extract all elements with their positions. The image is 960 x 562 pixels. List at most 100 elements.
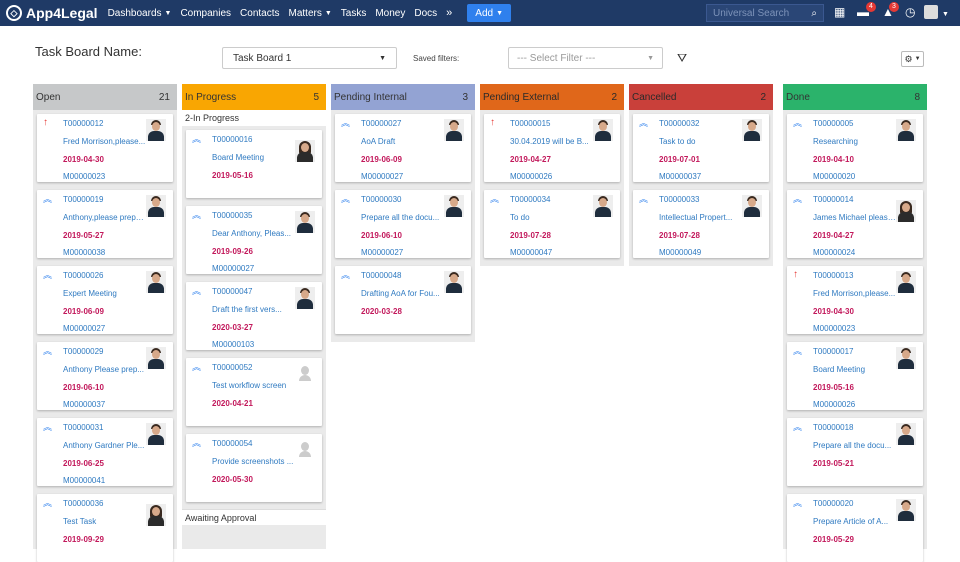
assignee-avatar[interactable] xyxy=(742,195,762,217)
nav-item-contacts[interactable]: Contacts xyxy=(240,8,279,19)
task-card[interactable]: ︽ T00000014 James Michael please... 2019-04… xyxy=(787,190,923,258)
matter-id-link[interactable]: M00000038 xyxy=(63,248,105,257)
assignee-avatar[interactable] xyxy=(593,119,613,141)
assignee-avatar[interactable] xyxy=(896,347,916,369)
task-name-link[interactable]: Dear Anthony, Pleas... xyxy=(212,229,295,238)
task-id-link[interactable]: T00000012 xyxy=(63,119,103,128)
matter-id-link[interactable]: M00000027 xyxy=(212,264,254,273)
task-card[interactable]: ︽ T00000048 Drafting AoA for Fou... 2020-03… xyxy=(335,266,471,334)
task-name-link[interactable]: Drafting AoA for Fou... xyxy=(361,289,444,298)
add-button[interactable]: Add ▼ xyxy=(467,4,512,22)
task-id-link[interactable]: T00000031 xyxy=(63,423,103,432)
universal-search-input[interactable]: Universal Search ⌕ xyxy=(706,4,824,22)
task-card[interactable]: ︽ T00000052 Test workflow screen 2020-04-21 xyxy=(186,358,322,426)
assignee-avatar[interactable] xyxy=(742,119,762,141)
task-card[interactable]: ↑ T00000015 30.04.2019 will be B... 2019-04… xyxy=(484,114,620,182)
task-card[interactable]: ︽ T00000016 Board Meeting 2019-05-16 xyxy=(186,130,322,198)
task-name-link[interactable]: Board Meeting xyxy=(813,365,896,374)
assignee-avatar[interactable] xyxy=(146,195,166,217)
user-avatar[interactable] xyxy=(924,5,938,19)
matter-id-link[interactable]: M00000020 xyxy=(813,172,855,181)
task-card[interactable]: ︽ T00000030 Prepare all the docu... 2019-06… xyxy=(335,190,471,258)
task-card[interactable]: ︽ T00000027 AoA Draft 2019-06-09 M00000027 xyxy=(335,114,471,182)
assignee-avatar[interactable] xyxy=(444,271,464,293)
assignee-avatar[interactable] xyxy=(444,119,464,141)
assignee-avatar[interactable] xyxy=(896,119,916,141)
matter-id-link[interactable]: M00000047 xyxy=(510,248,552,257)
matter-id-link[interactable]: M00000041 xyxy=(63,476,105,485)
task-name-link[interactable]: Test Task xyxy=(63,517,146,526)
task-name-link[interactable]: Draft the first vers... xyxy=(212,305,295,314)
board-settings-button[interactable]: ⚙ ▼ xyxy=(901,51,924,67)
task-name-link[interactable]: Intellectual Propert... xyxy=(659,213,742,222)
assignee-avatar[interactable] xyxy=(896,200,916,222)
task-name-link[interactable]: AoA Draft xyxy=(361,137,444,146)
task-card[interactable]: ︽ T00000005 Researching 2019-04-10 M00000020 xyxy=(787,114,923,182)
task-card[interactable]: ↑ T00000012 Fred Morrison,please... 2019-04… xyxy=(37,114,173,182)
matter-id-link[interactable]: M00000027 xyxy=(361,248,403,257)
assignee-avatar[interactable] xyxy=(146,504,166,526)
nav-item-tasks[interactable]: Tasks xyxy=(341,8,367,19)
chevron-down-icon[interactable]: ▼ xyxy=(942,8,949,22)
matter-id-link[interactable]: M00000037 xyxy=(63,400,105,409)
column-header[interactable]: Pending Internal 3 xyxy=(331,84,475,110)
matter-id-link[interactable]: M00000103 xyxy=(212,340,254,349)
task-name-link[interactable]: Anthony Please prep... xyxy=(63,365,146,374)
task-card[interactable]: ︽ T00000019 Anthony,please prepa... 2019-05… xyxy=(37,190,173,258)
task-name-link[interactable]: To do xyxy=(510,213,593,222)
task-card[interactable]: ︽ T00000036 Test Task 2019-09-29 xyxy=(37,494,173,562)
matter-id-link[interactable]: M00000024 xyxy=(813,248,855,257)
assignee-avatar[interactable] xyxy=(295,439,315,461)
task-name-link[interactable]: Fred Morrison,please... xyxy=(813,289,896,298)
task-id-link[interactable]: T00000052 xyxy=(212,363,252,372)
task-id-link[interactable]: T00000005 xyxy=(813,119,853,128)
assignee-avatar[interactable] xyxy=(146,423,166,445)
nav-item-docs[interactable]: Docs xyxy=(414,8,437,19)
matter-id-link[interactable]: M00000026 xyxy=(813,400,855,409)
task-name-link[interactable]: Prepare Article of A... xyxy=(813,517,896,526)
assignee-avatar[interactable] xyxy=(896,271,916,293)
task-card[interactable]: ︽ T00000018 Prepare all the docu... 2019-05… xyxy=(787,418,923,486)
task-id-link[interactable]: T00000015 xyxy=(510,119,550,128)
task-id-link[interactable]: T00000030 xyxy=(361,195,401,204)
task-id-link[interactable]: T00000027 xyxy=(361,119,401,128)
assignee-avatar[interactable] xyxy=(295,140,315,162)
task-name-link[interactable]: Board Meeting xyxy=(212,153,295,162)
task-id-link[interactable]: T00000014 xyxy=(813,195,853,204)
task-card[interactable]: ︽ T00000054 Provide screenshots ... 2020-05… xyxy=(186,434,322,502)
task-id-link[interactable]: T00000018 xyxy=(813,423,853,432)
task-id-link[interactable]: T00000017 xyxy=(813,347,853,356)
task-card[interactable]: ︽ T00000032 Task to do 2019-07-01 M00000037 xyxy=(633,114,769,182)
assignee-avatar[interactable] xyxy=(295,211,315,233)
more-menu-icon[interactable]: » xyxy=(446,7,452,19)
column-header[interactable]: Open 21 xyxy=(33,84,177,110)
column-header[interactable]: In Progress 5 xyxy=(182,84,326,110)
saved-filter-select[interactable]: --- Select Filter --- ▼ xyxy=(508,47,663,69)
assignee-avatar[interactable] xyxy=(593,195,613,217)
task-name-link[interactable]: Provide screenshots ... xyxy=(212,457,295,466)
task-id-link[interactable]: T00000048 xyxy=(361,271,401,280)
task-id-link[interactable]: T00000029 xyxy=(63,347,103,356)
task-id-link[interactable]: T00000032 xyxy=(659,119,699,128)
search-icon[interactable]: ⌕ xyxy=(811,8,817,19)
task-name-link[interactable]: Prepare all the docu... xyxy=(361,213,444,222)
task-id-link[interactable]: T00000033 xyxy=(659,195,699,204)
task-name-link[interactable]: Researching xyxy=(813,137,896,146)
task-card[interactable]: ︽ T00000029 Anthony Please prep... 2019-06-… xyxy=(37,342,173,410)
column-header[interactable]: Pending External 2 xyxy=(480,84,624,110)
task-name-link[interactable]: Prepare all the docu... xyxy=(813,441,896,450)
task-name-link[interactable]: 30.04.2019 will be B... xyxy=(510,137,593,146)
app-logo[interactable]: ◇ App4Legal xyxy=(6,5,98,21)
task-card[interactable]: ︽ T00000033 Intellectual Propert... 2019-07… xyxy=(633,190,769,258)
task-id-link[interactable]: T00000047 xyxy=(212,287,252,296)
nav-item-matters[interactable]: Matters ▼ xyxy=(289,8,332,19)
clear-filter-icon[interactable]: ⛛ xyxy=(677,51,687,66)
task-id-link[interactable]: T00000019 xyxy=(63,195,103,204)
matter-id-link[interactable]: M00000027 xyxy=(63,324,105,333)
task-id-link[interactable]: T00000035 xyxy=(212,211,252,220)
matter-id-link[interactable]: M00000026 xyxy=(510,172,552,181)
timer-icon[interactable]: ◷ xyxy=(905,5,915,19)
task-card[interactable]: ︽ T00000020 Prepare Article of A... 2019-05… xyxy=(787,494,923,562)
matter-id-link[interactable]: M00000027 xyxy=(361,172,403,181)
task-name-link[interactable]: Expert Meeting xyxy=(63,289,146,298)
